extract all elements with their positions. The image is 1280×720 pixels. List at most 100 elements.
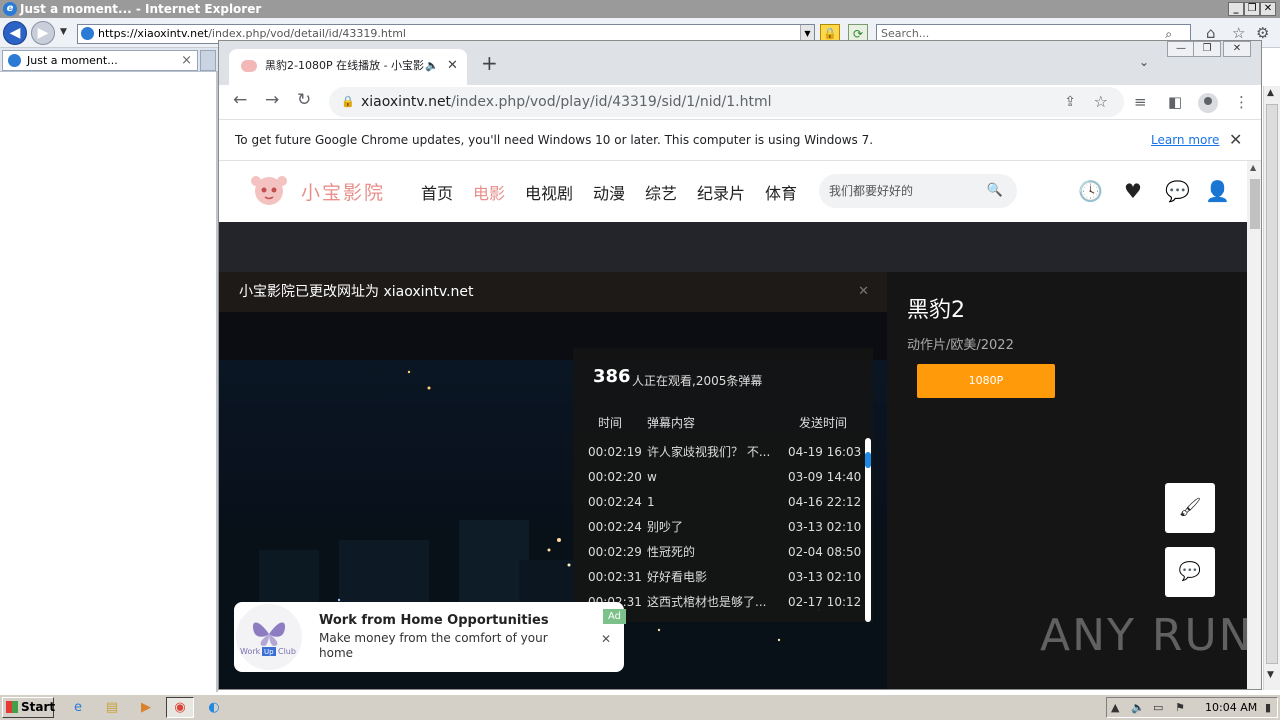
scroll-up-icon[interactable]: ▲: [1250, 163, 1256, 172]
nav-variety[interactable]: 综艺: [645, 180, 677, 204]
danmaku-scrollbar[interactable]: [865, 438, 871, 622]
danmaku-row[interactable]: 00:02:20 w 03-09 14:40: [573, 465, 873, 490]
network-icon[interactable]: ▭: [1153, 698, 1163, 717]
windows-flag-icon: [6, 701, 18, 713]
scrollbar-thumb[interactable]: [1266, 104, 1278, 664]
ie-tab[interactable]: Just a moment... ×: [2, 50, 198, 71]
favorites-heart-icon[interactable]: ♥: [1121, 179, 1145, 203]
minimize-button[interactable]: _: [1228, 2, 1244, 16]
restore-button[interactable]: ❐: [1244, 2, 1260, 16]
chrome-minimize-button[interactable]: —: [1167, 41, 1195, 57]
history-clock-icon[interactable]: 🕓: [1078, 179, 1103, 203]
start-button[interactable]: Start: [2, 697, 55, 718]
chat-bubble-icon[interactable]: 💬: [1165, 547, 1215, 597]
nav-movies[interactable]: 电影: [473, 180, 505, 204]
danmaku-sent-time: 02-17 10:12: [788, 595, 862, 609]
danmaku-sent-time: 03-09 14:40: [788, 470, 862, 484]
chrome-tab[interactable]: 黑豹2-1080P 在线播放 - 小宝影 🔈 ✕: [229, 49, 467, 85]
search-icon[interactable]: 🔍: [987, 174, 1003, 208]
reload-icon[interactable]: ↻: [297, 90, 311, 110]
nav-anime[interactable]: 动漫: [593, 180, 625, 204]
danmaku-sent-time: 04-19 16:03: [788, 445, 862, 459]
danmaku-row[interactable]: 00:02:24 1 04-16 22:12: [573, 490, 873, 515]
edge-icon[interactable]: ◐: [200, 697, 228, 718]
chrome-icon[interactable]: ◉: [166, 697, 194, 718]
media-queue-icon[interactable]: ≡: [1134, 93, 1147, 111]
danmaku-row[interactable]: 00:02:19 许人家歧视我们？ 不... 04-19 16:03: [573, 440, 873, 465]
danmaku-sent-time: 03-13 02:10: [788, 570, 862, 584]
close-notice-icon[interactable]: ✕: [858, 272, 869, 312]
video-player[interactable]: 小宝影院已更改网址为 xiaoxintv.net ✕ 386 人正在观看,200…: [219, 272, 887, 689]
action-center-flag-icon[interactable]: ⚑: [1175, 698, 1185, 717]
danmaku-list[interactable]: 00:02:19 许人家歧视我们？ 不... 04-19 16:03 00:02:20…: [573, 440, 873, 622]
source-1080p-button[interactable]: 1080P: [917, 364, 1055, 398]
chrome-close-button[interactable]: ✕: [1223, 41, 1251, 57]
viewer-count: 386: [593, 366, 631, 387]
danmaku-panel: 386 人正在观看,2005条弹幕 时间 弹幕内容 发送时间 00:02:19 许…: [573, 348, 873, 622]
danmaku-row[interactable]: 00:02:29 性冠死的 02-04 08:50: [573, 540, 873, 565]
workupclub-logo: Work Up Club: [236, 604, 302, 670]
butterfly-logo-icon: Work Up Club: [240, 622, 296, 656]
omnibox[interactable]: 🔒 xiaoxintv.net/index.php/vod/play/id/43…: [329, 87, 1124, 117]
danmaku-sent-time: 04-16 22:12: [788, 495, 862, 509]
profile-avatar-icon[interactable]: [1198, 93, 1218, 113]
new-tab-plus-icon[interactable]: +: [481, 51, 498, 75]
scroll-up-icon[interactable]: ▲: [1267, 88, 1274, 98]
forward-arrow-icon[interactable]: →: [265, 90, 279, 110]
tray-expand-icon[interactable]: ▲: [1111, 698, 1119, 717]
page-icon: [81, 27, 94, 40]
close-tab-icon[interactable]: ✕: [447, 49, 458, 83]
clock[interactable]: 10:04 AM: [1205, 698, 1257, 717]
danmaku-row[interactable]: 00:02:31 好好看电影 03-13 02:10: [573, 565, 873, 590]
domain-change-notice: 小宝影院已更改网址为 xiaoxintv.net ✕: [219, 272, 887, 312]
learn-more-link[interactable]: Learn more: [1151, 120, 1219, 160]
lock-icon[interactable]: 🔒: [341, 87, 355, 117]
site-search-placeholder: 我们都要好好的: [829, 184, 914, 198]
ad-banner[interactable]: Work Up Club Work from Home Opportunitie…: [234, 602, 626, 672]
search-placeholder: Search...: [881, 27, 930, 40]
side-panel-icon[interactable]: ◧: [1168, 93, 1182, 111]
chrome-tab-title: 黑豹2-1080P 在线播放 - 小宝影: [265, 59, 425, 72]
close-button[interactable]: ✕: [1260, 2, 1276, 16]
close-tab-icon[interactable]: ×: [181, 51, 192, 70]
chrome-maximize-button[interactable]: ❐: [1193, 41, 1221, 57]
history-dropdown-icon[interactable]: ▼: [60, 27, 67, 37]
show-desktop-icon[interactable]: ▮: [1265, 698, 1271, 717]
message-bubble-icon[interactable]: 💬: [1165, 179, 1190, 203]
address-path: /index.php/vod/detail/id/43319.html: [208, 27, 406, 40]
logo-mascot-icon[interactable]: [245, 171, 293, 207]
brush-theme-icon[interactable]: 🖌: [1165, 483, 1215, 533]
nav-home[interactable]: 首页: [421, 180, 453, 204]
back-arrow-icon[interactable]: ◀: [3, 21, 27, 45]
media-player-icon[interactable]: ▶: [132, 697, 160, 718]
internet-explorer-icon[interactable]: e: [64, 697, 92, 718]
file-explorer-icon[interactable]: ▤: [98, 697, 126, 718]
danmaku-row[interactable]: 00:02:24 别吵了 03-13 02:10: [573, 515, 873, 540]
danmaku-scrollbar-thumb[interactable]: [865, 452, 871, 468]
back-arrow-icon[interactable]: ←: [233, 90, 247, 110]
share-icon[interactable]: ⇪: [1064, 87, 1076, 117]
site-logo-text[interactable]: 小宝影院: [301, 178, 385, 205]
page-scrollbar-thumb[interactable]: [1250, 179, 1260, 229]
internet-explorer-icon: e: [3, 2, 17, 16]
danmaku-content: 好好看电影: [647, 570, 708, 584]
speaker-icon[interactable]: 🔈: [425, 49, 439, 83]
menu-kebab-icon[interactable]: ⋮: [1234, 93, 1249, 111]
close-infobar-icon[interactable]: ✕: [1229, 120, 1242, 160]
forward-arrow-icon[interactable]: ▶: [31, 21, 55, 45]
ie-vertical-scrollbar[interactable]: ▲ ▼: [1263, 86, 1280, 690]
danmaku-sent-time: 02-04 08:50: [788, 545, 862, 559]
volume-icon[interactable]: 🔈: [1131, 698, 1145, 717]
nav-tv-series[interactable]: 电视剧: [525, 180, 573, 204]
close-ad-icon[interactable]: ✕: [601, 632, 611, 646]
danmaku-time: 00:02:24: [588, 495, 642, 509]
nav-documentary[interactable]: 纪录片: [697, 180, 745, 204]
user-icon[interactable]: 👤: [1205, 179, 1230, 203]
nav-sports[interactable]: 体育: [765, 180, 797, 204]
tab-search-chevron-icon[interactable]: ⌄: [1139, 55, 1149, 69]
scroll-down-icon[interactable]: ▼: [1267, 670, 1274, 680]
new-tab-button[interactable]: [200, 50, 216, 71]
ad-title[interactable]: Work from Home Opportunities: [319, 613, 549, 628]
bookmark-star-icon[interactable]: ☆: [1094, 87, 1108, 117]
site-search-input[interactable]: 我们都要好好的 🔍: [819, 174, 1017, 208]
